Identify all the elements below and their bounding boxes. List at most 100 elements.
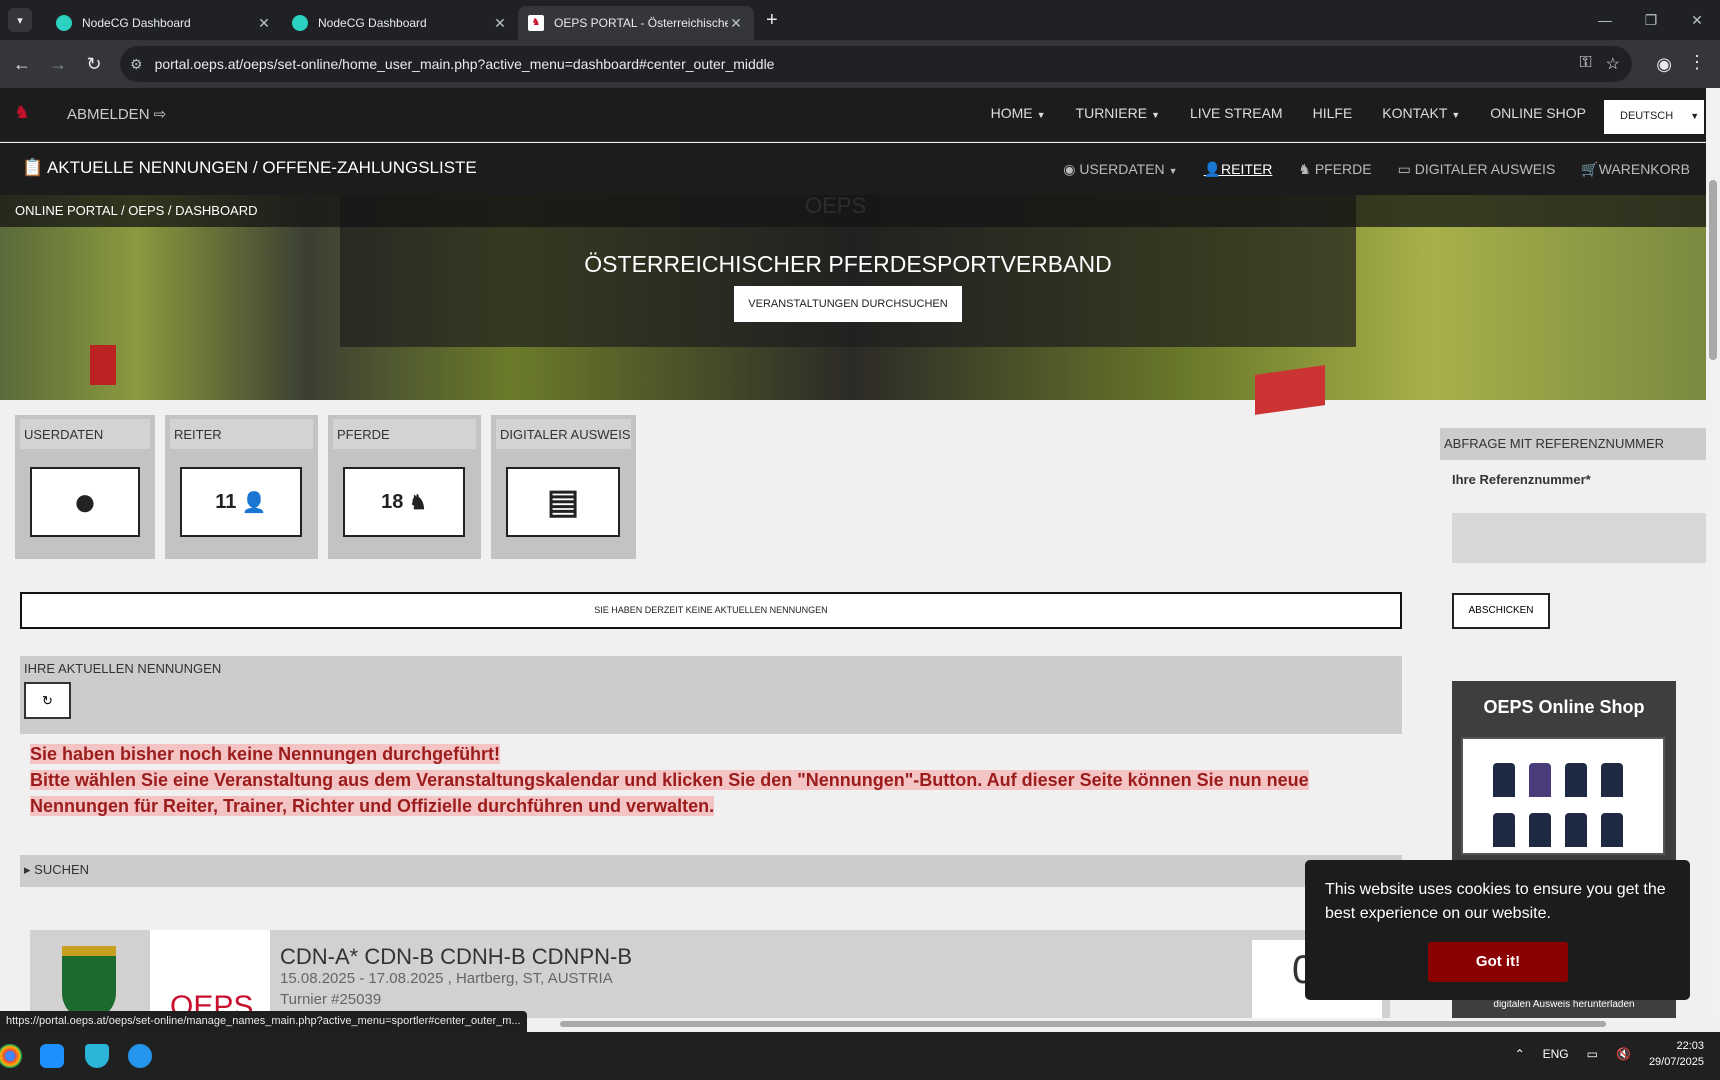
submit-button[interactable]: ABSCHICKEN xyxy=(1452,593,1550,629)
hero-banner: OEPS ÖSTERREICHISCHER PFERDESPORTVERBAND… xyxy=(0,193,1706,415)
clock[interactable]: 22:03 29/07/2025 xyxy=(1649,1038,1704,1070)
page-title: 📋 AKTUELLE NENNUNGEN / OFFENE-ZAHLUNGSLI… xyxy=(22,158,477,178)
no-entries-alert: Sie haben bisher noch keine Nennungen du… xyxy=(30,741,1384,819)
nodecg-favicon-icon xyxy=(56,15,72,31)
logout-link[interactable]: ABMELDEN ⇨ xyxy=(67,105,166,123)
chrome-taskbar-icon[interactable] xyxy=(0,1044,22,1068)
language-indicator[interactable]: ENG xyxy=(1543,1047,1569,1061)
tab-close-icon[interactable]: ✕ xyxy=(492,15,508,32)
section-label: IHRE AKTUELLEN NENNUNGEN xyxy=(24,661,222,676)
logout-icon: ⇨ xyxy=(153,106,167,123)
event-card[interactable]: OEPS CDN-A* CDN-B CDNH-B CDNPN-B 15.08.2… xyxy=(30,930,1390,1018)
new-tab-icon[interactable]: + xyxy=(766,9,778,32)
more-menu-icon[interactable]: ⋮ xyxy=(1688,52,1706,73)
bookmark-star-icon[interactable]: ☆ xyxy=(1606,54,1620,74)
event-number: Turnier #25039 xyxy=(280,991,382,1008)
tile-label: USERDATEN xyxy=(20,419,150,449)
tile-pferde[interactable]: PFERDE 18 ♞ xyxy=(328,415,481,559)
caret-down-icon: ▼ xyxy=(1451,110,1461,120)
vpn-taskbar-icon[interactable] xyxy=(85,1044,109,1068)
menu-hilfe[interactable]: HILFE xyxy=(1313,105,1353,121)
tile-digitaler-ausweis[interactable]: DIGITALER AUSWEIS ▤ xyxy=(491,415,636,559)
menu-label: TURNIERE xyxy=(1075,105,1148,121)
user-circle-icon: ◉ xyxy=(1063,161,1076,177)
person-icon: 👤 xyxy=(241,491,267,514)
clipboard-icon: 📋 xyxy=(22,158,44,177)
search-events-button[interactable]: VERANSTALTUNGEN DURCHSUCHEN xyxy=(734,286,962,322)
breadcrumb-dashboard[interactable]: DASHBOARD xyxy=(175,203,257,218)
tab-nodecg-1[interactable]: NodeCG Dashboard ✕ xyxy=(46,6,282,40)
profile-icon[interactable]: ◉ xyxy=(1656,54,1672,75)
menu-label: HOME xyxy=(990,105,1033,121)
breadcrumb-online-portal[interactable]: ONLINE PORTAL xyxy=(15,203,117,218)
close-window-icon[interactable]: ✕ xyxy=(1674,0,1720,40)
tile-box: ● xyxy=(30,467,140,537)
submenu-pferde[interactable]: ♞ PFERDE xyxy=(1298,161,1371,178)
breadcrumb: ONLINE PORTAL / OEPS / DASHBOARD xyxy=(0,195,1706,227)
site-info-icon[interactable]: ⚙ xyxy=(130,56,143,73)
tab-oeps-portal[interactable]: ♞ OEPS PORTAL - Österreichischer ✕ xyxy=(518,6,754,40)
tab-nodecg-2[interactable]: NodeCG Dashboard ✕ xyxy=(282,6,518,40)
url-text: portal.oeps.at/oeps/set-online/home_user… xyxy=(154,56,775,72)
nodecg-favicon-icon xyxy=(292,15,308,31)
breadcrumb-oeps[interactable]: OEPS xyxy=(128,203,164,218)
url-field[interactable]: ⚙ portal.oeps.at/oeps/set-online/home_us… xyxy=(120,46,1632,82)
forward-icon[interactable]: → xyxy=(40,54,76,75)
language-select[interactable]: DEUTSCH ▼ xyxy=(1604,100,1704,134)
menu-online-shop[interactable]: ONLINE SHOP xyxy=(1490,105,1586,121)
submenu-warenkorb[interactable]: 🛒WARENKORB xyxy=(1581,161,1690,178)
submenu-label: PFERDE xyxy=(1314,161,1372,177)
tab-close-icon[interactable]: ✕ xyxy=(256,15,272,32)
tile-box: 18 ♞ xyxy=(343,467,465,537)
clock-time: 22:03 xyxy=(1676,1040,1704,1052)
user-circle-icon: ● xyxy=(72,479,98,524)
key-icon[interactable]: ⚿ xyxy=(1579,54,1591,74)
submenu-label: WARENKORB xyxy=(1598,161,1690,177)
reload-icon[interactable]: ↻ xyxy=(76,54,112,75)
oeps-logo-icon[interactable]: ♞ xyxy=(14,102,40,126)
alert-line-2: Bitte wählen Sie eine Veranstaltung aus … xyxy=(30,770,1309,816)
horse-icon: ♞ xyxy=(1298,161,1311,177)
sub-menu: ◉ USERDATEN ▼ 👤REITER ♞ PFERDE ▭ DIGITALE… xyxy=(1063,161,1690,178)
tab-close-icon[interactable]: ✕ xyxy=(728,15,744,32)
tile-reiter[interactable]: REITER 11 👤 xyxy=(165,415,318,559)
tile-label: DIGITALER AUSWEIS xyxy=(496,419,631,449)
submenu-reiter[interactable]: 👤REITER xyxy=(1204,161,1273,178)
menu-live-stream[interactable]: LIVE STREAM xyxy=(1190,105,1283,121)
speaker-muted-icon[interactable]: 🔇 xyxy=(1616,1047,1631,1061)
event-name: CDN-A* CDN-B CDNH-B CDNPN-B xyxy=(280,944,632,969)
submenu-label: DIGITALER AUSWEIS xyxy=(1414,161,1556,177)
top-navigation: ♞ ABMELDEN ⇨ HOME ▼ TURNIERE ▼ LIVE STREAM… xyxy=(0,88,1706,142)
search-toggle[interactable]: ▸ SUCHEN xyxy=(20,855,1402,887)
chevron-up-icon[interactable]: ⌃ xyxy=(1515,1047,1525,1061)
window-controls: — ❐ ✕ xyxy=(1582,0,1720,40)
back-icon[interactable]: ← xyxy=(4,54,40,75)
submenu-digitaler-ausweis[interactable]: ▭ DIGITALER AUSWEIS xyxy=(1398,161,1556,178)
submenu-label: USERDATEN xyxy=(1079,161,1165,177)
menu-home[interactable]: HOME ▼ xyxy=(991,105,1046,121)
docker-taskbar-icon[interactable] xyxy=(128,1044,152,1068)
language-value: DEUTSCH xyxy=(1620,110,1674,122)
minimize-icon[interactable]: — xyxy=(1582,0,1628,40)
vertical-scrollbar[interactable] xyxy=(1706,88,1720,1018)
tile-userdaten[interactable]: USERDATEN ● xyxy=(15,415,155,559)
refresh-button[interactable]: ↻ xyxy=(24,682,71,719)
menu-kontakt[interactable]: KONTAKT ▼ xyxy=(1382,105,1460,121)
search-label: SUCHEN xyxy=(34,862,90,877)
refresh-icon: ↻ xyxy=(42,693,53,708)
submenu-userdaten[interactable]: ◉ USERDATEN ▼ xyxy=(1063,161,1177,178)
restore-icon[interactable]: ❐ xyxy=(1628,0,1674,40)
caret-down-icon: ▼ xyxy=(1690,111,1700,121)
horizontal-scrollbar[interactable] xyxy=(560,1019,1706,1029)
reference-label: Ihre Referenznummer* xyxy=(1452,472,1591,487)
id-card-icon: ▭ xyxy=(1397,161,1411,177)
app-taskbar-icon[interactable] xyxy=(40,1044,64,1068)
reference-input[interactable] xyxy=(1452,513,1706,563)
cookie-text: This website uses cookies to ensure you … xyxy=(1325,881,1666,922)
menu-turniere[interactable]: TURNIERE ▼ xyxy=(1076,105,1160,121)
cookie-banner: This website uses cookies to ensure you … xyxy=(1305,860,1690,1000)
tab-search-icon[interactable]: ▾ xyxy=(8,8,32,32)
cookie-accept-button[interactable]: Got it! xyxy=(1428,942,1568,982)
tile-box: ▤ xyxy=(506,467,620,537)
network-icon[interactable]: ▭ xyxy=(1587,1047,1598,1061)
